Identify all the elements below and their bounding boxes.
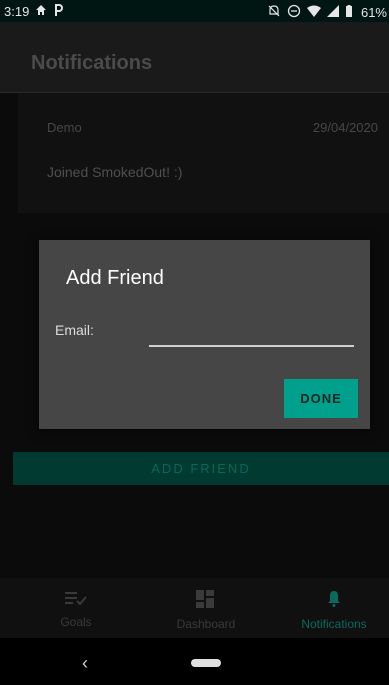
battery-icon (345, 5, 353, 20)
home-icon (35, 4, 47, 19)
bell-icon (326, 578, 342, 611)
done-button[interactable]: DONE (284, 379, 358, 418)
notification-sender: Demo (47, 120, 82, 135)
notifications-off-icon (267, 4, 281, 21)
dialog-title: Add Friend (66, 267, 164, 289)
bottom-nav: Goals Dashboard Notifications (0, 578, 389, 638)
nav-dashboard-label: Dashboard (176, 617, 236, 631)
wifi-icon (306, 5, 321, 20)
status-time: 3:19 (4, 4, 30, 19)
goals-icon (65, 578, 87, 609)
nav-notifications-label: Notifications (301, 617, 367, 631)
app-bar: Notifications (0, 22, 389, 93)
battery-percent: 61% (360, 5, 387, 20)
notification-date: 29/04/2020 (312, 120, 378, 135)
notification-card[interactable]: Demo 29/04/2020 Joined SmokedOut! :) (18, 93, 389, 213)
status-right: 61% (267, 4, 387, 21)
email-field[interactable] (149, 319, 354, 347)
nav-notifications[interactable]: Notifications (289, 578, 379, 638)
system-nav-bar: ‹ (0, 638, 389, 685)
add-friend-button[interactable]: ADD FRIEND (13, 452, 389, 485)
signal-icon (326, 5, 339, 20)
dashboard-icon (196, 578, 216, 611)
notification-message: Joined SmokedOut! :) (47, 164, 183, 180)
add-friend-dialog: Add Friend Email: DONE (39, 240, 370, 429)
status-bar: 3:19 61% (0, 0, 389, 22)
page-title: Notifications (31, 52, 153, 74)
nav-goals-label: Goals (60, 615, 92, 629)
do-not-disturb-icon (287, 4, 301, 21)
back-icon[interactable]: ‹ (82, 653, 88, 674)
home-pill-button[interactable] (191, 659, 221, 667)
status-left: 3:19 (4, 4, 64, 19)
nav-dashboard[interactable]: Dashboard (170, 578, 242, 638)
parking-icon (53, 4, 64, 19)
nav-goals[interactable]: Goals (52, 578, 100, 638)
email-label: Email: (55, 322, 94, 338)
